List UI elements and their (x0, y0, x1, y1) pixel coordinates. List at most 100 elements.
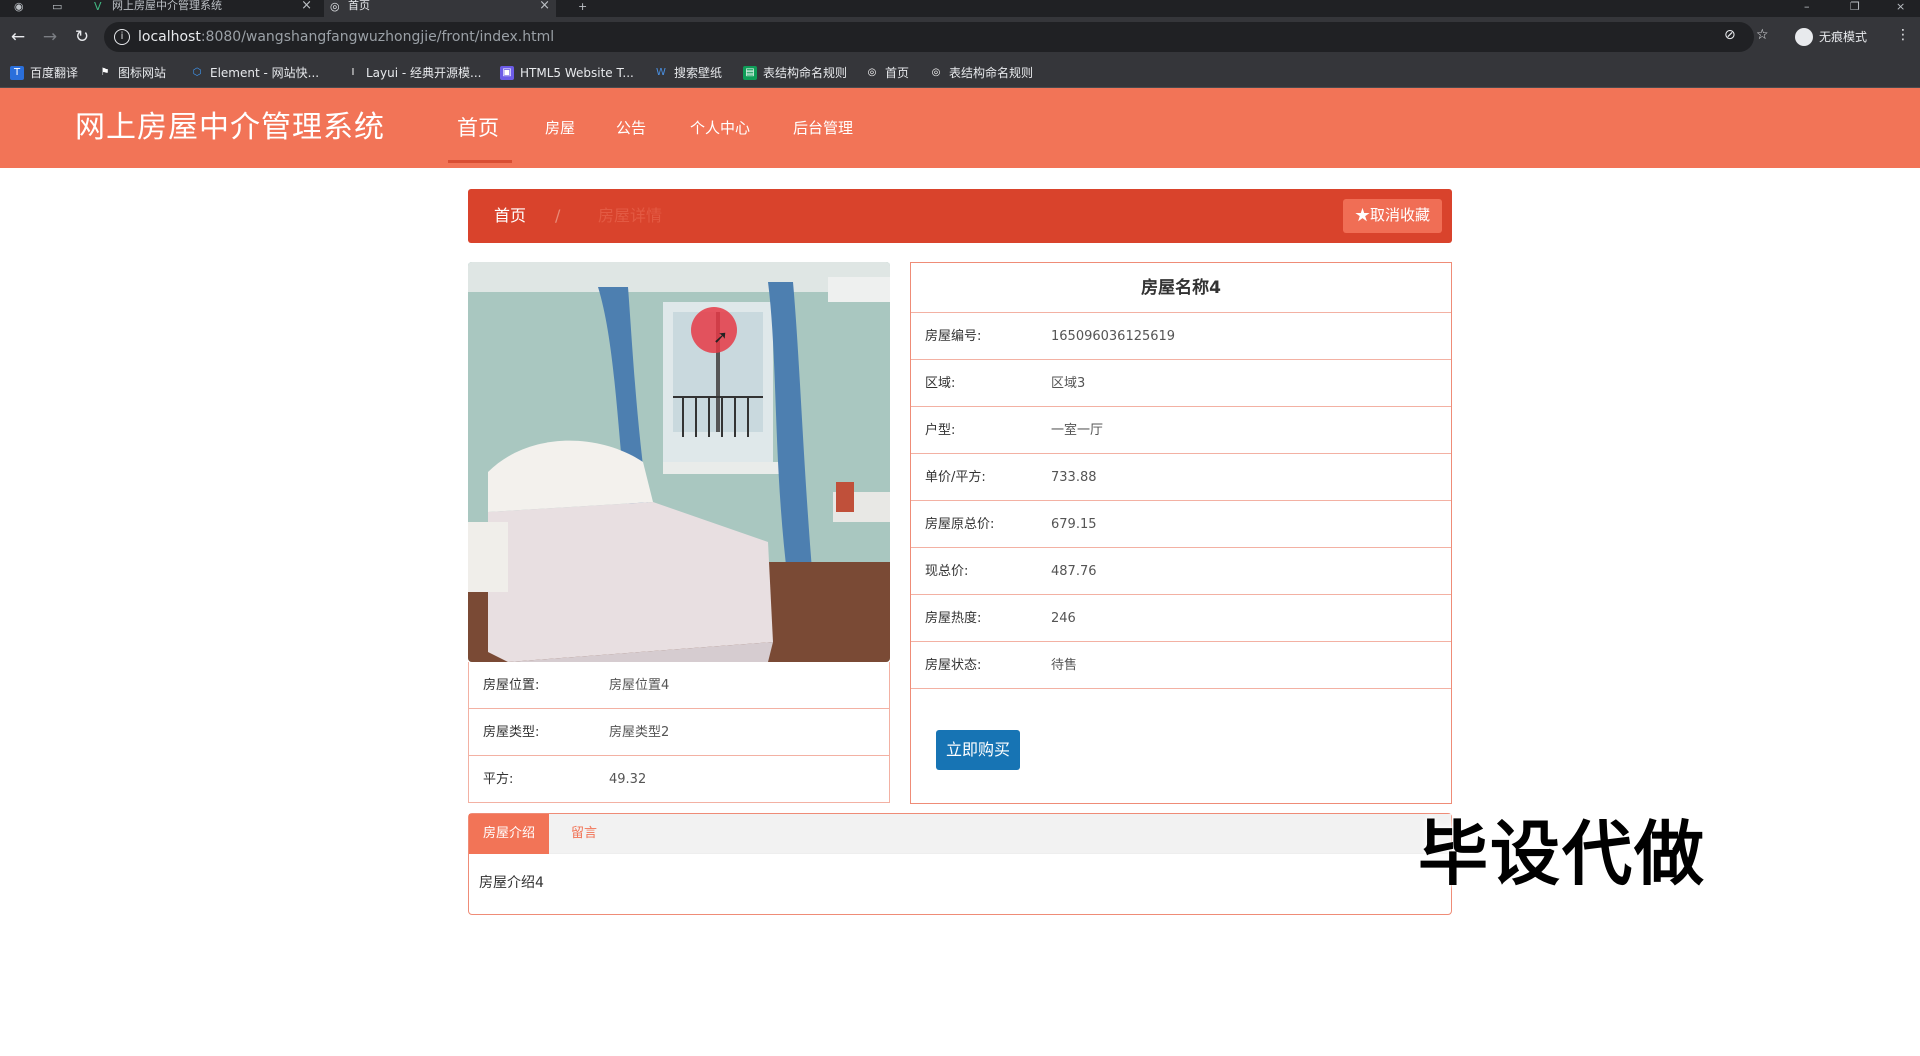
incognito-badge[interactable]: 无痕模式 (1793, 24, 1867, 50)
bookmark-item[interactable]: ◎ 表结构命名规则 (929, 58, 1033, 88)
house-title: 房屋名称4 (911, 263, 1451, 313)
breadcrumb: 首页 / 房屋详情 ★取消收藏 (468, 189, 1452, 243)
bookmark-label: 表结构命名规则 (949, 66, 1034, 80)
detail-row-current-price: 现总价: 487.76 (911, 548, 1451, 595)
minimize-icon[interactable]: – (1804, 0, 1810, 13)
nav-houses[interactable]: 房屋 (545, 88, 575, 168)
detail-row-original-price: 房屋原总价: 679.15 (911, 501, 1451, 548)
detail-value: 待售 (1051, 658, 1078, 673)
nav-admin[interactable]: 后台管理 (793, 88, 853, 168)
back-icon[interactable]: ← (8, 27, 28, 47)
browser-tab-home[interactable]: ◎ 首页 × (324, 0, 556, 17)
bookmark-item[interactable]: ◎ 首页 (865, 58, 909, 88)
address-input[interactable]: i localhost:8080/wangshangfangwuzhongjie… (104, 22, 1754, 52)
url-host: localhost (138, 29, 201, 45)
detail-value: 49.32 (609, 772, 647, 787)
breadcrumb-home[interactable]: 首页 (494, 189, 526, 243)
detail-label: 单价/平方: (925, 470, 986, 485)
html5-icon: ▣ (500, 66, 514, 80)
detail-label: 现总价: (925, 564, 969, 579)
nav-announcements[interactable]: 公告 (616, 88, 646, 168)
bookmark-item[interactable]: W 搜索壁纸 (654, 58, 722, 88)
nav-home[interactable]: 首页 (457, 88, 499, 168)
detail-value: 246 (1051, 611, 1076, 626)
close-tab-icon[interactable]: × (539, 0, 550, 12)
incognito-label: 无痕模式 (1819, 30, 1868, 44)
bookmark-item[interactable]: ⬡ Element - 网站快... (190, 58, 319, 88)
breadcrumb-current: 房屋详情 (598, 206, 663, 225)
tab-house-intro[interactable]: 房屋介绍 (469, 814, 550, 854)
unfavorite-button[interactable]: ★取消收藏 (1342, 199, 1442, 233)
detail-row-unit-price: 单价/平方: 733.88 (911, 454, 1451, 501)
globe-icon: ◎ (330, 0, 340, 13)
detail-row-district: 区域: 区域3 (911, 360, 1451, 407)
bookmark-label: 首页 (885, 66, 910, 80)
detail-row-number: 房屋编号: 165096036125619 (911, 313, 1451, 360)
detail-label: 区域: (925, 376, 956, 391)
bookmark-label: 百度翻译 (30, 66, 79, 80)
tabs-header: 房屋介绍 留言 (469, 814, 1451, 854)
bookmarks-bar: T 百度翻译 ⚑ 图标网站 ⬡ Element - 网站快... Ⅰ Layui - 经… (0, 58, 1920, 88)
close-tab-icon[interactable]: × (301, 0, 312, 12)
detail-value: 487.76 (1051, 564, 1097, 579)
site-header: 网上房屋中介管理系统 首页 房屋 公告 个人中心 后台管理 (0, 88, 1920, 168)
new-tab-icon[interactable]: + (578, 0, 587, 13)
watermark-text: 毕设代做 (1418, 813, 1706, 895)
bookmark-label: Element - 网站快... (210, 66, 320, 80)
detail-value: 房屋类型2 (609, 725, 670, 740)
nav-profile[interactable]: 个人中心 (690, 88, 750, 168)
window-close-icon[interactable]: × (1896, 0, 1905, 13)
reload-icon[interactable]: ↻ (72, 27, 92, 47)
browser-menu-icon[interactable]: ◉ (14, 0, 24, 13)
wallpaper-icon: W (656, 67, 666, 78)
detail-row-type: 房屋类型: 房屋类型2 (468, 709, 890, 756)
detail-value: 房屋位置4 (609, 678, 670, 693)
site-info-icon[interactable]: i (114, 29, 130, 45)
more-menu-icon[interactable]: ⋮ (1896, 27, 1910, 43)
detail-value: 733.88 (1051, 470, 1097, 485)
house-extra-details: 房屋位置: 房屋位置4 房屋类型: 房屋类型2 平方: 49.32 (468, 662, 890, 803)
detail-row-popularity: 房屋热度: 246 (911, 595, 1451, 642)
detail-row-layout: 户型: 一室一厅 (911, 407, 1451, 454)
bookmark-item[interactable]: ⚑ 图标网站 (98, 58, 167, 88)
buy-now-button[interactable]: 立即购买 (936, 730, 1020, 770)
address-toolbar: ← → ↻ i localhost:8080/wangshangfangwuzh… (0, 17, 1920, 58)
bookmark-star-icon[interactable]: ☆ (1756, 27, 1769, 43)
detail-value: 区域3 (1051, 376, 1086, 391)
bookmark-item[interactable]: T 百度翻译 (10, 58, 78, 88)
bookmark-label: Layui - 经典开源模... (366, 66, 482, 80)
detail-value: 679.15 (1051, 517, 1097, 532)
browser-tab-title: 首页 (348, 0, 370, 12)
bookmark-label: 搜索壁纸 (674, 66, 723, 80)
browser-tab-admin[interactable]: V 网上房屋中介管理系统 × (88, 0, 318, 17)
forward-icon[interactable]: → (40, 27, 60, 47)
bookmark-label: 图标网站 (118, 66, 167, 80)
eye-off-icon[interactable]: ⊘ (1724, 27, 1736, 43)
tab-comments[interactable]: 留言 (557, 814, 611, 854)
site-brand[interactable]: 网上房屋中介管理系统 (75, 88, 385, 168)
bookmark-item[interactable]: ▣ HTML5 Website T... (500, 58, 634, 88)
house-info-panel: 房屋名称4 房屋编号: 165096036125619 区域: 区域3 户型: 一室一… (910, 262, 1452, 804)
breadcrumb-separator: / (555, 206, 561, 225)
tab-content: 房屋介绍4 (479, 875, 544, 891)
detail-label: 房屋原总价: (925, 517, 995, 532)
bookmark-label: HTML5 Website T... (520, 66, 634, 80)
nav-active-indicator (448, 160, 512, 163)
detail-row-status: 房屋状态: 待售 (911, 642, 1451, 689)
flag-icon: ⚑ (100, 67, 110, 78)
browser-tab-title: 网上房屋中介管理系统 (112, 0, 222, 12)
globe-icon: ◎ (867, 67, 877, 78)
detail-label: 房屋状态: (925, 658, 982, 673)
globe-icon: ◎ (931, 67, 941, 78)
detail-value: 一室一厅 (1051, 423, 1104, 438)
tab-search-icon[interactable]: ▭ (52, 0, 62, 13)
incognito-icon (1795, 28, 1813, 46)
bookmark-item[interactable]: ▤ 表结构命名规则 (743, 58, 847, 88)
restore-icon[interactable]: ❐ (1850, 0, 1860, 13)
detail-label: 房屋热度: (925, 611, 982, 626)
browser-tab-strip: ◉ ▭ V 网上房屋中介管理系统 × ◎ 首页 × + – ❐ × (0, 0, 1920, 17)
bookmark-item[interactable]: Ⅰ Layui - 经典开源模... (346, 58, 482, 88)
house-photo[interactable] (468, 262, 890, 662)
detail-label: 房屋位置: (483, 678, 540, 693)
detail-tabs: 房屋介绍 留言 房屋介绍4 (468, 813, 1452, 915)
